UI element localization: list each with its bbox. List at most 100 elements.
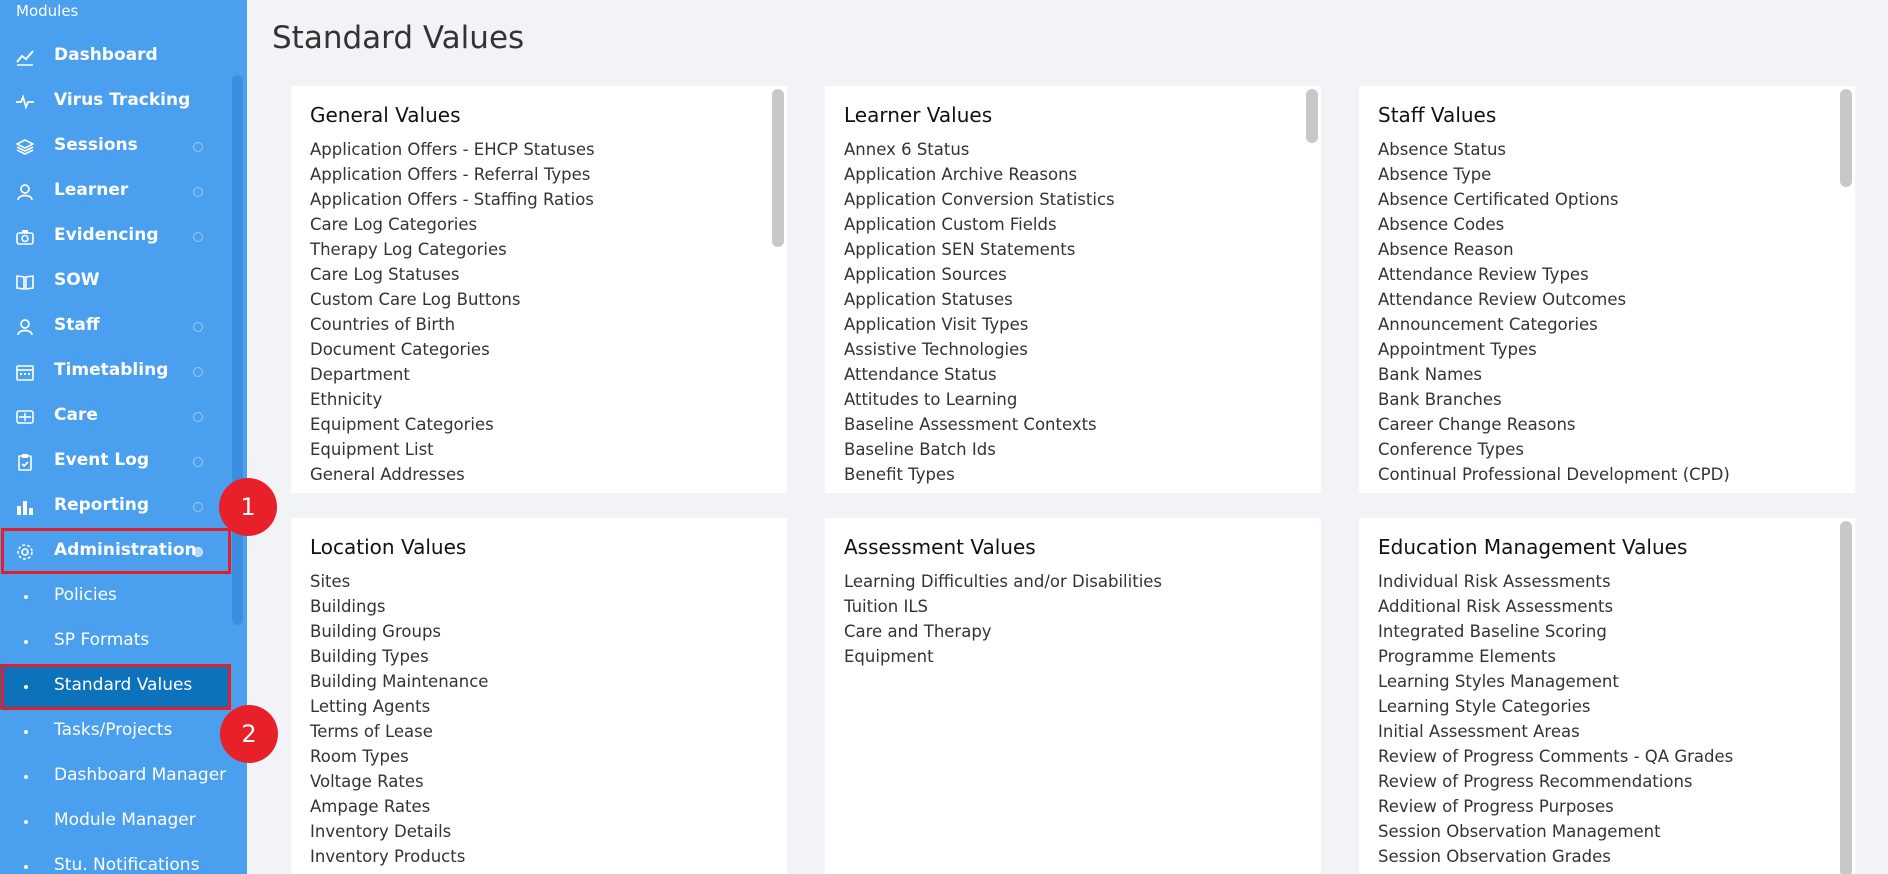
standard-value-link[interactable]: Inventory Details [310, 819, 488, 844]
sidebar-subitem-module-manager[interactable]: Module Manager [0, 799, 228, 844]
standard-value-link[interactable]: Care Log Categories [310, 212, 595, 237]
standard-value-link[interactable]: Document Categories [310, 337, 595, 362]
standard-value-link[interactable]: Application Offers - Staffing Ratios [310, 187, 595, 212]
standard-value-link[interactable]: Individual Risk Assessments [1378, 569, 1733, 594]
standard-value-link[interactable]: Attitudes to Learning [844, 387, 1115, 412]
standard-value-link[interactable]: Baseline Assessment Contexts [844, 412, 1115, 437]
standard-value-link[interactable]: Ethnicity [310, 387, 595, 412]
standard-value-link[interactable]: Bank Branches [1378, 387, 1730, 412]
sidebar-item-evidencing[interactable]: Evidencing [0, 214, 228, 259]
standard-value-link[interactable]: Buildings [310, 594, 488, 619]
standard-value-link[interactable]: Application Archive Reasons [844, 162, 1115, 187]
standard-value-link[interactable]: Therapy Log Categories [310, 237, 595, 262]
sidebar-subitem-stu-notifications[interactable]: Stu. Notifications [0, 844, 228, 874]
standard-value-link[interactable]: Equipment Categories [310, 412, 595, 437]
standard-value-link[interactable]: Review of Progress Purposes [1378, 794, 1733, 819]
standard-value-link[interactable]: Career Change Reasons [1378, 412, 1730, 437]
sidebar-subitem-standard-values[interactable]: Standard Values [0, 664, 228, 709]
sidebar-scrollbar[interactable] [232, 75, 243, 625]
expand-indicator-icon [193, 142, 203, 152]
standard-value-link[interactable]: Additional Risk Assessments [1378, 594, 1733, 619]
standard-value-link[interactable]: Conference Types [1378, 437, 1730, 462]
standard-value-link[interactable]: Terms of Lease [310, 719, 488, 744]
standard-value-link[interactable]: Building Types [310, 644, 488, 669]
standard-value-link[interactable]: Session Observation Management [1378, 819, 1733, 844]
standard-value-link[interactable]: Review of Progress Comments - QA Grades [1378, 744, 1733, 769]
bullet-icon [24, 730, 28, 734]
standard-value-link[interactable]: Absence Codes [1378, 212, 1730, 237]
standard-value-link[interactable]: Application Visit Types [844, 312, 1115, 337]
standard-value-link[interactable]: Application Offers - EHCP Statuses [310, 137, 595, 162]
standard-value-link[interactable]: Application Sources [844, 262, 1115, 287]
standard-value-link[interactable]: Session Observation Grades [1378, 844, 1733, 869]
standard-value-link[interactable]: Review of Progress Recommendations [1378, 769, 1733, 794]
sidebar-subitem-policies[interactable]: Policies [0, 574, 228, 619]
standard-value-link[interactable]: Attendance Review Types [1378, 262, 1730, 287]
standard-value-link[interactable]: Benefit Types [844, 462, 1115, 487]
sidebar-subitem-dashboard-manager[interactable]: Dashboard Manager [0, 754, 228, 799]
standard-value-link[interactable]: Equipment [844, 644, 1162, 669]
standard-value-link[interactable]: Attendance Status [844, 362, 1115, 387]
standard-value-link[interactable]: Building Maintenance [310, 669, 488, 694]
card-scrollbar[interactable] [1306, 89, 1318, 143]
sidebar-item-learner[interactable]: Learner [0, 169, 228, 214]
sidebar-item-administration[interactable]: Administration [0, 529, 228, 574]
standard-value-link[interactable]: Countries of Birth [310, 312, 595, 337]
standard-value-link[interactable]: Assistive Technologies [844, 337, 1115, 362]
sidebar-item-sow[interactable]: SOW [0, 259, 228, 304]
standard-value-link[interactable]: Building Groups [310, 619, 488, 644]
standard-value-link[interactable]: Absence Status [1378, 137, 1730, 162]
sidebar-item-label: SOW [54, 270, 100, 290]
standard-value-link[interactable]: Room Types [310, 744, 488, 769]
sidebar-item-timetabling[interactable]: Timetabling [0, 349, 228, 394]
standard-value-link[interactable]: Tuition ILS [844, 594, 1162, 619]
book-icon [16, 273, 34, 291]
chart-line-icon [16, 48, 34, 66]
sidebar-item-staff[interactable]: Staff [0, 304, 228, 349]
standard-value-link[interactable]: Appointment Types [1378, 337, 1730, 362]
sidebar-item-dashboard[interactable]: Dashboard [0, 34, 228, 79]
standard-value-link[interactable]: Application Statuses [844, 287, 1115, 312]
standard-value-link[interactable]: Application Conversion Statistics [844, 187, 1115, 212]
sidebar-subitem-tasks-projects[interactable]: Tasks/Projects [0, 709, 228, 754]
sidebar-item-reporting[interactable]: Reporting [0, 484, 228, 529]
standard-value-link[interactable]: Application Offers - Referral Types [310, 162, 595, 187]
standard-value-link[interactable]: Attendance Review Outcomes [1378, 287, 1730, 312]
standard-value-link[interactable]: Absence Reason [1378, 237, 1730, 262]
sidebar-subitem-sp-formats[interactable]: SP Formats [0, 619, 228, 664]
standard-value-link[interactable]: Custom Care Log Buttons [310, 287, 595, 312]
sidebar-item-virus-tracking[interactable]: Virus Tracking [0, 79, 228, 124]
standard-value-link[interactable]: Application SEN Statements [844, 237, 1115, 262]
card-scrollbar[interactable] [1840, 521, 1852, 874]
standard-value-link[interactable]: Absence Type [1378, 162, 1730, 187]
standard-value-link[interactable]: Equipment List [310, 437, 595, 462]
standard-value-link[interactable]: Integrated Baseline Scoring [1378, 619, 1733, 644]
standard-value-link[interactable]: Inventory Products [310, 844, 488, 869]
card-scrollbar[interactable] [772, 89, 784, 247]
standard-value-link[interactable]: Absence Certificated Options [1378, 187, 1730, 212]
standard-value-link[interactable]: Learning Styles Management [1378, 669, 1733, 694]
sidebar-item-sessions[interactable]: Sessions [0, 124, 228, 169]
standard-value-link[interactable]: Initial Assessment Areas [1378, 719, 1733, 744]
card-scrollbar[interactable] [1840, 89, 1852, 187]
standard-value-link[interactable]: Bank Names [1378, 362, 1730, 387]
standard-value-link[interactable]: Programme Elements [1378, 644, 1733, 669]
standard-value-link[interactable]: Announcement Categories [1378, 312, 1730, 337]
standard-value-link[interactable]: Baseline Batch Ids [844, 437, 1115, 462]
sidebar-item-event-log[interactable]: Event Log [0, 439, 228, 484]
standard-value-link[interactable]: Department [310, 362, 595, 387]
sidebar-item-care[interactable]: Care [0, 394, 228, 439]
standard-value-link[interactable]: Voltage Rates [310, 769, 488, 794]
standard-value-link[interactable]: General Addresses [310, 462, 595, 487]
standard-value-link[interactable]: Care Log Statuses [310, 262, 595, 287]
sidebar-item-label: Event Log [54, 450, 150, 470]
standard-value-link[interactable]: Learning Style Categories [1378, 694, 1733, 719]
standard-value-link[interactable]: Sites [310, 569, 488, 594]
standard-value-link[interactable]: Application Custom Fields [844, 212, 1115, 237]
standard-value-link[interactable]: Letting Agents [310, 694, 488, 719]
standard-value-link[interactable]: Learning Difficulties and/or Disabilitie… [844, 569, 1162, 594]
standard-value-link[interactable]: Continual Professional Development (CPD) [1378, 462, 1730, 487]
standard-value-link[interactable]: Ampage Rates [310, 794, 488, 819]
standard-value-link[interactable]: Annex 6 Status [844, 137, 1115, 162]
standard-value-link[interactable]: Care and Therapy [844, 619, 1162, 644]
